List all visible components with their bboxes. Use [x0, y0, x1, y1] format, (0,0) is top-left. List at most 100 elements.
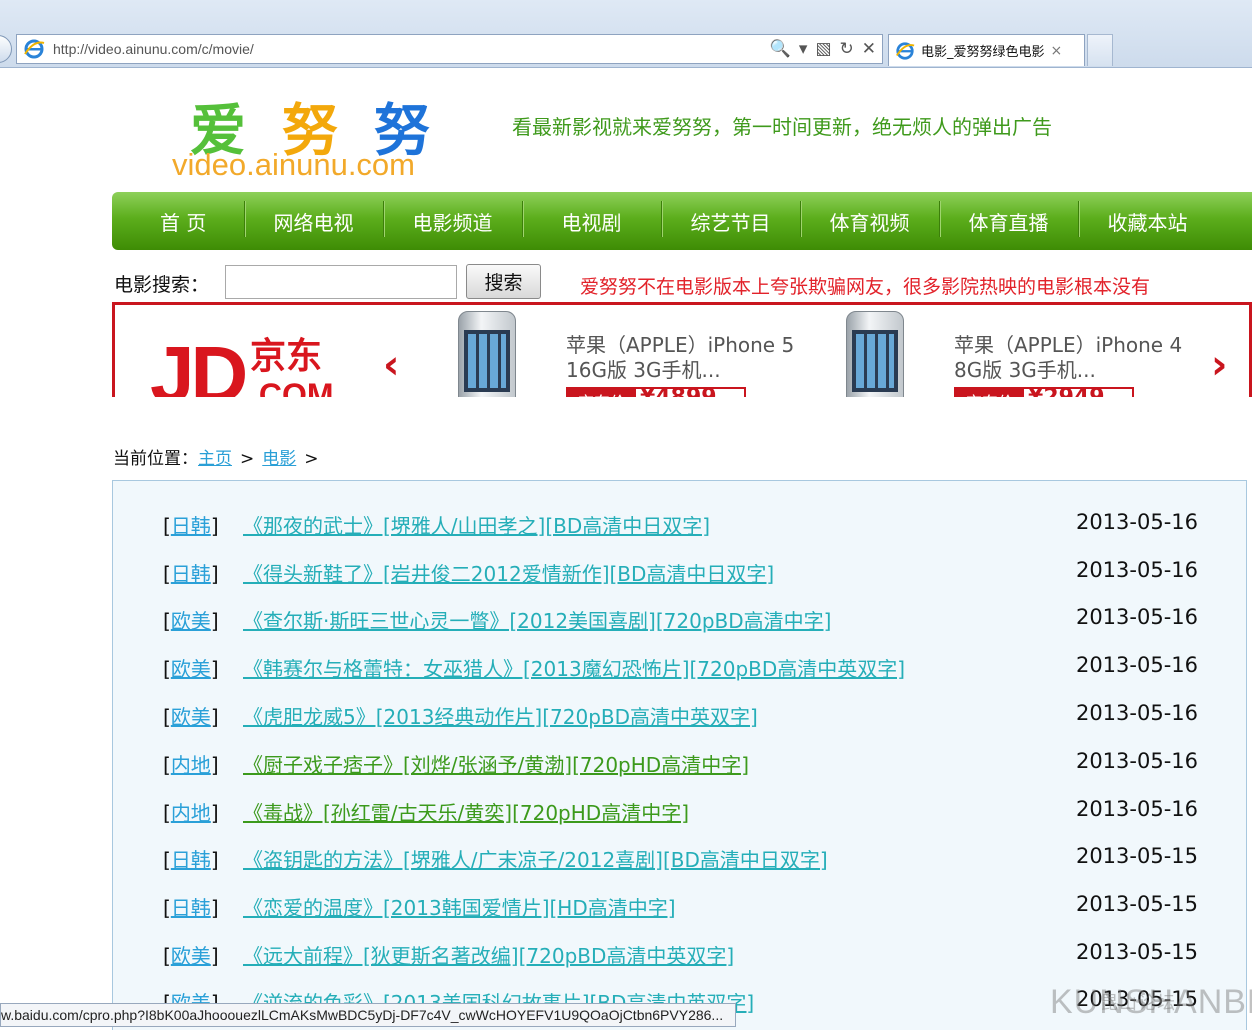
category-link[interactable]: 欧美: [171, 944, 211, 968]
list-item: [欧美] 《远大前程》[狄更斯名著改编][720pBD高清中英双字] 2013-…: [163, 940, 1203, 970]
list-item: [日韩] 《恋爱的温度》[2013韩国爱情片][HD高清中字] 2013-05-…: [163, 892, 1203, 922]
movie-date: 2013-05-16: [1075, 749, 1198, 773]
product-name-line1: 苹果（APPLE）iPhone 5: [566, 333, 795, 357]
nav-movie[interactable]: 电影频道: [383, 200, 522, 237]
product-name[interactable]: 苹果（APPLE）iPhone 5 16G版 3G手机...: [566, 333, 794, 383]
movie-date: 2013-05-16: [1075, 701, 1198, 725]
list-item: [内地] 《毒战》[孙红雷/古天乐/黄奕][720pHD高清中字] 2013-0…: [163, 797, 1203, 827]
category-link[interactable]: 欧美: [171, 657, 211, 681]
tab-movie[interactable]: 电影_爱努努绿色电影 ×: [888, 34, 1085, 66]
search-button[interactable]: 搜索: [466, 264, 541, 299]
list-item: [内地] 《厨子戏子痞子》[刘烨/张涵予/黄渤][720pHD高清中字] 201…: [163, 749, 1203, 779]
nav-variety[interactable]: 综艺节目: [661, 200, 800, 237]
search-input[interactable]: [225, 265, 457, 299]
movie-title-link[interactable]: 《远大前程》[狄更斯名著改编][720pBD高清中英双字]: [243, 940, 734, 969]
breadcrumb: 当前位置：主页 > 电影 >: [113, 444, 327, 469]
back-button[interactable]: [0, 35, 12, 63]
address-bar[interactable]: http://video.ainunu.com/c/movie/ 🔍 ▾ ▧ ↻…: [16, 34, 883, 64]
search-icon[interactable]: 🔍: [770, 38, 791, 60]
list-item: [日韩] 《盗钥匙的方法》[堺雅人/广末凉子/2012喜剧][BD高清中日双字]…: [163, 844, 1203, 874]
chevron-right-icon[interactable]: ›: [1211, 345, 1227, 385]
watermark-small-text: 昆山论坛: [1100, 993, 1176, 1013]
price-tag: 京东价: [956, 389, 1025, 397]
category: [日韩]: [163, 514, 219, 538]
movie-date: 2013-05-16: [1075, 605, 1198, 629]
product-name[interactable]: 苹果（APPLE）iPhone 4 8G版 3G手机...: [954, 333, 1182, 383]
category-link[interactable]: 日韩: [171, 562, 211, 586]
tab-title: 电影_爱努努绿色电影: [921, 45, 1045, 60]
address-url[interactable]: http://video.ainunu.com/c/movie/: [53, 41, 254, 57]
category: [日韩]: [163, 562, 219, 586]
stop-icon[interactable]: ✕: [862, 38, 876, 60]
status-bar: w.baidu.com/cpro.php?I8bK00aJhooouezlLCm…: [0, 1003, 736, 1027]
site-slogan: 看最新影视就来爱努努，第一时间更新，绝无烦人的弹出广告: [512, 115, 1052, 139]
product-name-line2: 16G版 3G手机...: [566, 358, 721, 382]
movie-title-link[interactable]: 《恋爱的温度》[2013韩国爱情片][HD高清中字]: [243, 892, 676, 921]
movie-title-link[interactable]: 《韩赛尔与格蕾特：女巫猎人》[2013魔幻恐怖片][720pBD高清中英双字]: [243, 653, 905, 682]
category: [日韩]: [163, 896, 219, 920]
list-item: [欧美] 《查尔斯·斯旺三世心灵一瞥》[2012美国喜剧][720pBD高清中字…: [163, 605, 1203, 635]
notice-marquee: 爱努努不在电影版本上夸张欺骗网友，很多影院热映的电影根本没有: [580, 276, 1151, 298]
breadcrumb-home-link[interactable]: 主页: [198, 449, 232, 469]
category: [欧美]: [163, 609, 219, 633]
nav-bookmark[interactable]: 收藏本站: [1078, 200, 1217, 237]
product-image-iphone4[interactable]: [846, 311, 904, 397]
list-item: [日韩] 《那夜的武士》[堺雅人/山田孝之][BD高清中日双字] 2013-05…: [163, 510, 1203, 540]
nav-sports-live[interactable]: 体育直播: [939, 200, 1078, 237]
movie-date: 2013-05-16: [1075, 653, 1198, 677]
movie-title-link[interactable]: 《得头新鞋了》[岩井俊二2012爱情新作][BD高清中日双字]: [243, 558, 774, 587]
movie-date: 2013-05-16: [1075, 510, 1198, 534]
product-image-iphone5[interactable]: [458, 311, 516, 397]
movie-title-link[interactable]: 《盗钥匙的方法》[堺雅人/广末凉子/2012喜剧][BD高清中日双字]: [243, 844, 828, 873]
movie-title-link[interactable]: 《虎胆龙威5》[2013经典动作片][720pBD高清中英双字]: [243, 701, 758, 730]
search-label: 电影搜索：: [114, 274, 210, 296]
price-value: ¥4899: [640, 389, 717, 397]
nav-tv-series[interactable]: 电视剧: [522, 200, 661, 237]
jd-logo-com: .COM: [250, 377, 334, 397]
category-link[interactable]: 日韩: [171, 514, 211, 538]
jd-logo[interactable]: JD 京东 .COM: [150, 335, 334, 398]
movie-title-link[interactable]: 《厨子戏子痞子》[刘烨/张涵予/黄渤][720pHD高清中字]: [243, 749, 749, 778]
product-name-line1: 苹果（APPLE）iPhone 4: [954, 333, 1183, 357]
list-item: [欧美] 《虎胆龙威5》[2013经典动作片][720pBD高清中英双字] 20…: [163, 701, 1203, 731]
browser-chrome: http://video.ainunu.com/c/movie/ 🔍 ▾ ▧ ↻…: [0, 0, 1252, 68]
category: [内地]: [163, 753, 219, 777]
compatibility-icon[interactable]: ▧: [815, 38, 831, 60]
chevron-left-icon[interactable]: ‹: [383, 345, 399, 385]
breadcrumb-sep: >: [304, 449, 319, 469]
list-item: [欧美] 《韩赛尔与格蕾特：女巫猎人》[2013魔幻恐怖片][720pBD高清中…: [163, 653, 1203, 683]
list-item: [日韩] 《得头新鞋了》[岩井俊二2012爱情新作][BD高清中日双字] 201…: [163, 558, 1203, 588]
refresh-icon[interactable]: ↻: [840, 38, 854, 60]
breadcrumb-prefix: 当前位置：: [113, 449, 198, 469]
category-link[interactable]: 日韩: [171, 848, 211, 872]
nav-web-tv[interactable]: 网络电视: [244, 200, 383, 237]
category-link[interactable]: 内地: [171, 801, 211, 825]
movie-date: 2013-05-15: [1075, 892, 1198, 916]
movie-date: 2013-05-16: [1075, 797, 1198, 821]
movie-title-link[interactable]: 《那夜的武士》[堺雅人/山田孝之][BD高清中日双字]: [243, 510, 710, 539]
main-nav: 首 页 网络电视 电影频道 电视剧 综艺节目 体育视频 体育直播 收藏本站: [112, 192, 1252, 250]
category-link[interactable]: 内地: [171, 753, 211, 777]
chevron-down-icon[interactable]: ▾: [799, 38, 808, 60]
watermark: KUNSHANBBS 昆山论坛: [1050, 983, 1252, 1022]
category-link[interactable]: 欧美: [171, 609, 211, 633]
jd-ad-banner[interactable]: JD 京东 .COM ‹ 苹果（APPLE）iPhone 5 16G版 3G手机…: [112, 302, 1252, 397]
address-tools: 🔍 ▾ ▧ ↻ ✕: [770, 38, 876, 60]
close-icon[interactable]: ×: [1051, 43, 1063, 59]
category: [欧美]: [163, 705, 219, 729]
breadcrumb-movie-link[interactable]: 电影: [262, 449, 296, 469]
nav-home[interactable]: 首 页: [132, 207, 244, 236]
nav-sports-video[interactable]: 体育视频: [800, 200, 939, 237]
logo-domain[interactable]: video.ainunu.com: [172, 147, 415, 183]
new-tab-button[interactable]: [1087, 34, 1113, 66]
movie-title-link[interactable]: 《查尔斯·斯旺三世心灵一瞥》[2012美国喜剧][720pBD高清中字]: [243, 605, 831, 634]
category: [日韩]: [163, 848, 219, 872]
movie-title-link[interactable]: 《毒战》[孙红雷/古天乐/黄奕][720pHD高清中字]: [243, 797, 689, 826]
category-link[interactable]: 欧美: [171, 705, 211, 729]
price-value: ¥2949: [1028, 389, 1105, 397]
product-price: 京东价¥4899: [566, 387, 746, 397]
price-tag: 京东价: [568, 389, 637, 397]
movie-date: 2013-05-15: [1075, 940, 1198, 964]
category-link[interactable]: 日韩: [171, 896, 211, 920]
movie-date: 2013-05-16: [1075, 558, 1198, 582]
